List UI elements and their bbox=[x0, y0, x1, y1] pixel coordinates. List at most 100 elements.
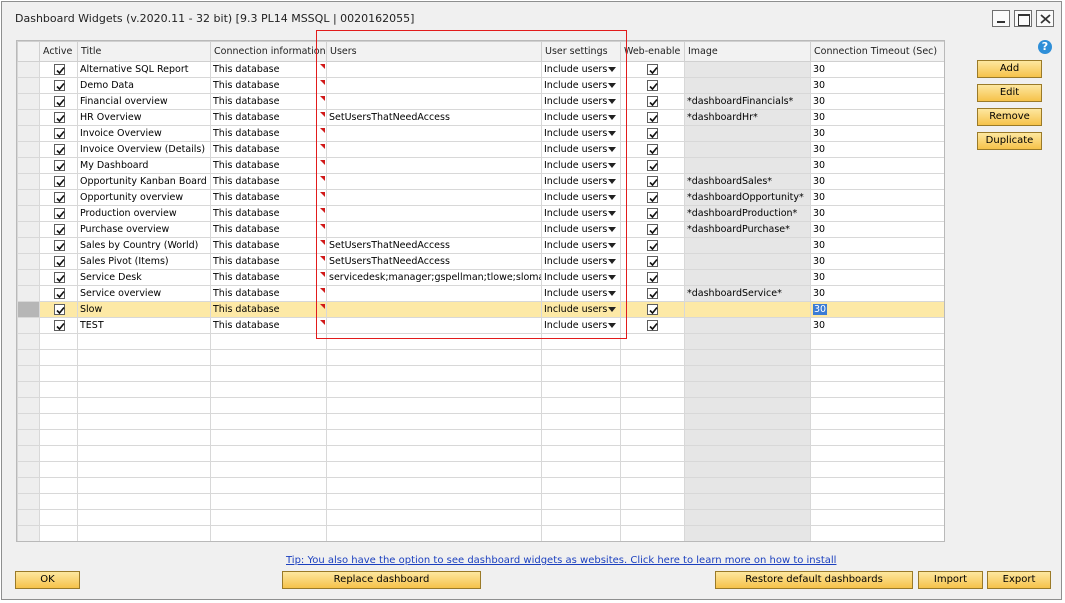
empty-cell[interactable] bbox=[684, 413, 811, 430]
empty-row[interactable] bbox=[17, 429, 944, 446]
restore-default-dashboards-button[interactable]: Restore default dashboards bbox=[715, 571, 913, 589]
users-cell[interactable] bbox=[326, 157, 542, 174]
users-cell[interactable] bbox=[326, 317, 542, 334]
web-enable-checkbox[interactable] bbox=[647, 208, 658, 219]
user-settings-cell[interactable]: Include users bbox=[541, 221, 621, 238]
web-enable-checkbox[interactable] bbox=[647, 176, 658, 187]
empty-cell[interactable] bbox=[541, 509, 621, 526]
user-settings-cell[interactable]: Include users bbox=[541, 77, 621, 94]
empty-cell[interactable] bbox=[39, 365, 78, 382]
row-header[interactable] bbox=[17, 301, 40, 318]
install-tip-link[interactable]: Tip: You also have the option to see das… bbox=[286, 555, 836, 566]
active-checkbox[interactable] bbox=[54, 64, 65, 75]
add-button[interactable]: Add bbox=[977, 60, 1042, 78]
active-checkbox[interactable] bbox=[54, 160, 65, 171]
empty-cell[interactable] bbox=[684, 429, 811, 446]
timeout-cell[interactable]: 30 bbox=[810, 61, 944, 78]
empty-cell[interactable] bbox=[620, 429, 685, 446]
empty-cell[interactable] bbox=[810, 397, 944, 414]
chevron-down-icon[interactable] bbox=[608, 227, 616, 232]
empty-cell[interactable] bbox=[210, 525, 327, 541]
users-cell[interactable]: SetUsersThatNeedAccess bbox=[326, 253, 542, 270]
empty-cell[interactable] bbox=[810, 349, 944, 366]
empty-cell[interactable] bbox=[620, 493, 685, 510]
title-cell[interactable]: Service overview bbox=[77, 285, 211, 302]
empty-cell[interactable] bbox=[210, 349, 327, 366]
row-header[interactable] bbox=[17, 109, 40, 126]
chevron-down-icon[interactable] bbox=[608, 243, 616, 248]
connection-cell[interactable]: This database bbox=[210, 77, 327, 94]
empty-cell[interactable] bbox=[39, 429, 78, 446]
users-cell[interactable] bbox=[326, 125, 542, 142]
empty-cell[interactable] bbox=[39, 397, 78, 414]
row-header[interactable] bbox=[17, 381, 40, 398]
web-enable-cell[interactable] bbox=[620, 221, 685, 238]
active-checkbox[interactable] bbox=[54, 304, 65, 315]
table-row[interactable]: Opportunity overview This database Include… bbox=[17, 189, 944, 206]
users-cell[interactable]: SetUsersThatNeedAccess bbox=[326, 237, 542, 254]
empty-cell[interactable] bbox=[684, 461, 811, 478]
chevron-down-icon[interactable] bbox=[608, 67, 616, 72]
empty-cell[interactable] bbox=[541, 461, 621, 478]
row-header[interactable] bbox=[17, 397, 40, 414]
column-header-image[interactable]: Image bbox=[684, 41, 811, 62]
connection-cell[interactable]: This database bbox=[210, 205, 327, 222]
empty-cell[interactable] bbox=[77, 477, 211, 494]
empty-cell[interactable] bbox=[810, 413, 944, 430]
image-cell[interactable]: *dashboardPurchase* bbox=[684, 221, 811, 238]
empty-cell[interactable] bbox=[620, 525, 685, 541]
chevron-down-icon[interactable] bbox=[608, 211, 616, 216]
title-cell[interactable]: Opportunity Kanban Board bbox=[77, 173, 211, 190]
web-enable-checkbox[interactable] bbox=[647, 272, 658, 283]
users-cell[interactable] bbox=[326, 93, 542, 110]
row-header[interactable] bbox=[17, 189, 40, 206]
active-checkbox[interactable] bbox=[54, 288, 65, 299]
empty-cell[interactable] bbox=[684, 349, 811, 366]
empty-cell[interactable] bbox=[810, 333, 944, 350]
row-header[interactable] bbox=[17, 317, 40, 334]
web-enable-cell[interactable] bbox=[620, 301, 685, 318]
empty-cell[interactable] bbox=[684, 493, 811, 510]
chevron-down-icon[interactable] bbox=[608, 83, 616, 88]
empty-cell[interactable] bbox=[326, 413, 542, 430]
chevron-down-icon[interactable] bbox=[608, 115, 616, 120]
user-settings-cell[interactable]: Include users bbox=[541, 301, 621, 318]
empty-cell[interactable] bbox=[541, 525, 621, 541]
table-row[interactable]: Sales Pivot (Items) This database SetUsers… bbox=[17, 253, 944, 270]
active-cell[interactable] bbox=[39, 125, 78, 142]
web-enable-cell[interactable] bbox=[620, 141, 685, 158]
row-header[interactable] bbox=[17, 493, 40, 510]
image-cell[interactable]: *dashboardService* bbox=[684, 285, 811, 302]
web-enable-cell[interactable] bbox=[620, 189, 685, 206]
chevron-down-icon[interactable] bbox=[608, 307, 616, 312]
timeout-cell[interactable]: 30 bbox=[810, 125, 944, 142]
empty-cell[interactable] bbox=[77, 525, 211, 541]
connection-cell[interactable]: This database bbox=[210, 141, 327, 158]
row-header[interactable] bbox=[17, 221, 40, 238]
chevron-down-icon[interactable] bbox=[608, 99, 616, 104]
empty-row[interactable] bbox=[17, 525, 944, 541]
duplicate-button[interactable]: Duplicate bbox=[977, 132, 1042, 150]
active-cell[interactable] bbox=[39, 93, 78, 110]
connection-cell[interactable]: This database bbox=[210, 269, 327, 286]
user-settings-cell[interactable]: Include users bbox=[541, 173, 621, 190]
empty-cell[interactable] bbox=[77, 445, 211, 462]
active-cell[interactable] bbox=[39, 205, 78, 222]
active-cell[interactable] bbox=[39, 221, 78, 238]
row-header[interactable] bbox=[17, 413, 40, 430]
empty-cell[interactable] bbox=[541, 381, 621, 398]
users-cell[interactable] bbox=[326, 141, 542, 158]
web-enable-checkbox[interactable] bbox=[647, 192, 658, 203]
title-cell[interactable]: Opportunity overview bbox=[77, 189, 211, 206]
row-header[interactable] bbox=[17, 365, 40, 382]
active-cell[interactable] bbox=[39, 173, 78, 190]
title-cell[interactable]: TEST bbox=[77, 317, 211, 334]
web-enable-cell[interactable] bbox=[620, 157, 685, 174]
table-row[interactable]: Sales by Country (World) This database Set… bbox=[17, 237, 944, 254]
empty-cell[interactable] bbox=[326, 397, 542, 414]
empty-cell[interactable] bbox=[39, 333, 78, 350]
user-settings-cell[interactable]: Include users bbox=[541, 253, 621, 270]
empty-cell[interactable] bbox=[210, 509, 327, 526]
web-enable-checkbox[interactable] bbox=[647, 96, 658, 107]
empty-cell[interactable] bbox=[77, 413, 211, 430]
